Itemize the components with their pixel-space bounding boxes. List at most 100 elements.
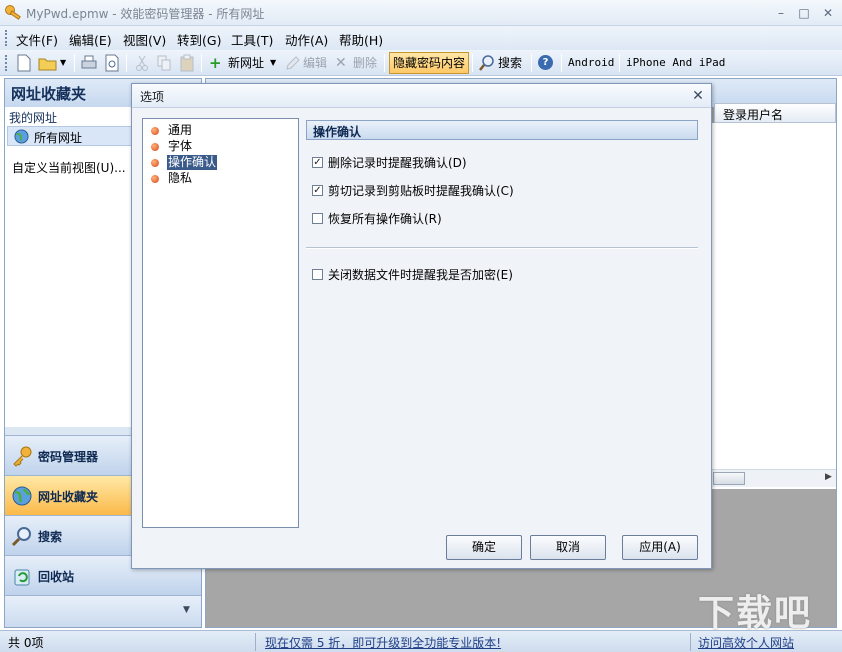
- toolbar-separator: [126, 54, 127, 72]
- print-preview-icon[interactable]: [104, 53, 120, 73]
- title-bar: MyPwd.epmw - 效能密码管理器 - 所有网址 – □ ✕: [0, 0, 842, 26]
- options-tree: 通用 字体 操作确认 隐私: [142, 118, 299, 528]
- column-header-username[interactable]: 登录用户名: [714, 103, 836, 123]
- toolbar-separator: [531, 54, 532, 72]
- tree-item-label: 隐私: [167, 171, 193, 186]
- edit-button[interactable]: 编辑: [303, 53, 327, 73]
- watermark: 下载吧: [698, 584, 812, 636]
- tree-item-label: 通用: [167, 123, 193, 138]
- checkbox-checked[interactable]: ✓: [312, 185, 323, 196]
- status-divider: [255, 633, 256, 651]
- menu-bar: 文件(F) 编辑(E) 视图(V) 转到(G) 工具(T) 动作(A) 帮助(H…: [0, 26, 842, 50]
- toolbar-separator: [472, 54, 473, 72]
- search-icon[interactable]: [478, 53, 496, 73]
- scroll-right-icon[interactable]: ▶: [825, 472, 832, 482]
- tree-item-label: 字体: [167, 139, 193, 154]
- record-count: 共 0项: [8, 634, 43, 651]
- new-url-button[interactable]: 新网址: [228, 53, 264, 73]
- cut-icon[interactable]: [134, 53, 150, 73]
- checkbox-label: 删除记录时提醒我确认(D): [328, 155, 467, 171]
- section-header: 操作确认: [306, 120, 698, 140]
- close-icon[interactable]: ✕: [689, 87, 707, 105]
- dialog-title-bar: 选项 ✕: [132, 84, 711, 108]
- delete-button[interactable]: 删除: [353, 53, 377, 73]
- cancel-button[interactable]: 取消: [530, 535, 606, 560]
- menu-view[interactable]: 视图(V): [123, 30, 166, 49]
- checkbox-label: 关闭数据文件时提醒我是否加密(E): [328, 267, 513, 283]
- nav-label: 搜索: [38, 528, 62, 545]
- column-header-label: 登录用户名: [723, 106, 783, 123]
- nav-overflow[interactable]: ▼: [5, 595, 201, 627]
- nav-label: 密码管理器: [38, 448, 98, 465]
- visit-website-link[interactable]: 访问高效个人网站: [698, 634, 794, 651]
- nav-label: 网址收藏夹: [38, 488, 98, 505]
- toolbar-separator: [201, 54, 202, 72]
- bullet-icon: [151, 159, 159, 167]
- nav-label: 回收站: [38, 568, 74, 585]
- menu-grip[interactable]: [5, 30, 8, 46]
- toolbar-separator: [384, 54, 385, 72]
- checkbox[interactable]: [312, 213, 323, 224]
- status-bar: 共 0项 现在仅需 5 折，即可升级到全功能专业版本! 访问高效个人网站: [0, 630, 842, 652]
- iphone-button[interactable]: iPhone And iPad: [626, 53, 725, 73]
- status-divider: [690, 633, 691, 651]
- checkbox-label: 恢复所有操作确认(R): [328, 211, 442, 227]
- globe-icon: [14, 129, 29, 144]
- scrollbar-thumb[interactable]: [713, 472, 745, 485]
- print-icon[interactable]: [80, 53, 98, 73]
- menu-edit[interactable]: 编辑(E): [69, 30, 112, 49]
- record-list[interactable]: [711, 123, 836, 489]
- checkbox[interactable]: [312, 269, 323, 280]
- window-title: MyPwd.epmw - 效能密码管理器 - 所有网址: [26, 5, 264, 22]
- checkbox-label: 剪切记录到剪贴板时提醒我确认(C): [328, 183, 514, 199]
- magnifier-icon: [11, 525, 33, 547]
- key-icon: [4, 3, 24, 23]
- toolbar-grip[interactable]: [5, 55, 8, 71]
- copy-icon[interactable]: [156, 53, 172, 73]
- toolbar-separator: [561, 54, 562, 72]
- upgrade-link[interactable]: 现在仅需 5 折，即可升级到全功能专业版本!: [265, 634, 501, 651]
- chevron-down-icon[interactable]: ▼: [183, 605, 190, 615]
- globe-icon: [11, 485, 33, 507]
- horizontal-scrollbar[interactable]: ▶: [711, 469, 836, 487]
- minimize-button[interactable]: –: [770, 3, 792, 23]
- android-button[interactable]: Android: [568, 53, 614, 73]
- close-button[interactable]: ✕: [817, 3, 839, 23]
- paste-icon[interactable]: [179, 53, 195, 73]
- all-urls-label: 所有网址: [34, 129, 82, 146]
- delete-x-icon[interactable]: ✕: [335, 53, 347, 73]
- dropdown-arrow-icon[interactable]: ▼: [60, 53, 66, 73]
- pencil-icon[interactable]: [284, 53, 300, 73]
- apply-button[interactable]: 应用(A): [622, 535, 698, 560]
- ok-button[interactable]: 确定: [446, 535, 522, 560]
- bullet-icon: [151, 127, 159, 135]
- checkbox-checked[interactable]: ✓: [312, 157, 323, 168]
- menu-file[interactable]: 文件(F): [16, 30, 58, 49]
- menu-help[interactable]: 帮助(H): [339, 30, 383, 49]
- help-icon[interactable]: ?: [538, 55, 553, 70]
- maximize-button[interactable]: □: [793, 3, 815, 23]
- bullet-icon: [151, 143, 159, 151]
- search-button[interactable]: 搜索: [498, 53, 522, 73]
- open-folder-icon[interactable]: [38, 53, 58, 73]
- plus-icon[interactable]: +: [209, 53, 222, 73]
- bullet-icon: [151, 175, 159, 183]
- key-icon: [11, 445, 33, 467]
- toolbar-separator: [619, 54, 620, 72]
- new-file-icon[interactable]: [16, 53, 32, 73]
- menu-goto[interactable]: 转到(G): [177, 30, 221, 49]
- options-dialog: 选项 ✕ 通用 字体 操作确认 隐私 操作确认 ✓ 删除记录时提醒我确认(D) ✓…: [131, 83, 712, 569]
- hide-password-button[interactable]: 隐藏密码内容: [389, 52, 469, 74]
- section-title: 操作确认: [313, 123, 361, 140]
- tree-item-label: 操作确认: [167, 155, 217, 170]
- menu-tools[interactable]: 工具(T): [231, 30, 273, 49]
- all-urls-item[interactable]: 所有网址: [7, 126, 135, 146]
- recycle-icon: [11, 565, 33, 587]
- toolbar-separator: [74, 54, 75, 72]
- menu-action[interactable]: 动作(A): [285, 30, 328, 49]
- dropdown-arrow-icon[interactable]: ▼: [270, 53, 276, 73]
- my-urls-label: 我的网址: [9, 109, 57, 126]
- dialog-title: 选项: [140, 88, 164, 105]
- divider: [306, 247, 698, 249]
- custom-view-link[interactable]: 自定义当前视图(U)...: [12, 159, 134, 176]
